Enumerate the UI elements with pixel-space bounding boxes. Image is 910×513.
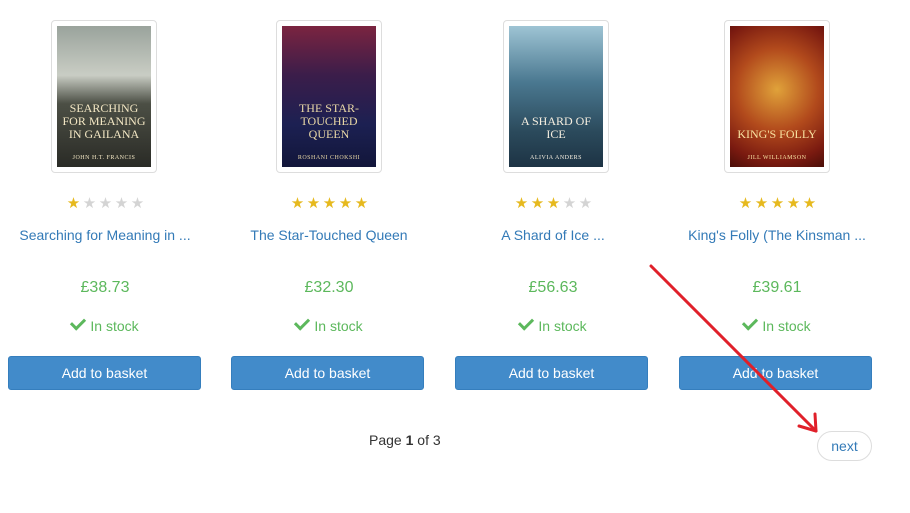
cover-author-text: ROSHANI CHOKSHI [297,155,361,161]
star-rating: ★ ★ ★ ★ ★ [66,196,145,212]
book-cover: A SHARD OF ICE ALIVIA ANDERS [509,26,603,167]
product-grid: SEARCHING FOR MEANING IN GAILANA JOHN H.… [0,0,910,400]
star-icon: ★ [754,195,769,212]
availability-text: In stock [314,318,363,334]
book-cover: SEARCHING FOR MEANING IN GAILANA JOHN H.… [57,26,151,167]
product-price: £39.61 [752,279,802,296]
product-image-link[interactable]: A SHARD OF ICE ALIVIA ANDERS [503,20,609,173]
cover-title-text: KING'S FOLLY [737,127,817,141]
star-icon: ★ [546,195,561,212]
star-icon: ★ [338,195,353,212]
availability-text: In stock [538,318,587,334]
product-price: £56.63 [528,279,578,296]
star-icon: ★ [770,195,785,212]
availability: In stock [0,314,210,334]
book-cover: KING'S FOLLY JILL WILLIAMSON [730,26,824,167]
star-icon: ★ [98,195,113,212]
book-cover: THE STAR-TOUCHED QUEEN ROSHANI CHOKSHI [282,26,376,167]
product-image-link[interactable]: THE STAR-TOUCHED QUEEN ROSHANI CHOKSHI [276,20,382,173]
product-card: KING'S FOLLY JILL WILLIAMSON ★ ★ ★ ★ ★ King'… [672,0,882,400]
star-icon: ★ [322,195,337,212]
add-to-basket-button[interactable]: Add to basket [679,356,872,390]
product-card: A SHARD OF ICE ALIVIA ANDERS ★ ★ ★ ★ ★ A Sha… [448,0,658,400]
add-to-basket-button[interactable]: Add to basket [231,356,424,390]
star-icon: ★ [530,195,545,212]
product-title-link[interactable]: Searching for Meaning in ... [0,227,210,243]
star-rating: ★ ★ ★ ★ ★ [738,196,817,212]
star-icon: ★ [354,195,369,212]
star-icon: ★ [82,195,97,212]
star-icon: ★ [114,195,129,212]
add-to-basket-button[interactable]: Add to basket [8,356,201,390]
star-icon: ★ [130,195,145,212]
check-icon [294,314,311,331]
next-page-button[interactable]: next [817,431,872,461]
add-to-basket-button[interactable]: Add to basket [455,356,648,390]
star-icon: ★ [306,195,321,212]
cover-title-text: THE STAR-TOUCHED QUEEN [298,101,360,141]
cover-title-text: A SHARD OF ICE [520,114,592,141]
check-icon [518,314,535,331]
star-icon: ★ [514,195,529,212]
star-icon: ★ [738,195,753,212]
product-image-link[interactable]: KING'S FOLLY JILL WILLIAMSON [724,20,830,173]
page-of-label: of [417,432,429,448]
availability: In stock [448,314,658,334]
product-card: SEARCHING FOR MEANING IN GAILANA JOHN H.… [0,0,210,400]
star-icon: ★ [802,195,817,212]
product-price: £38.73 [80,279,130,296]
product-title-link[interactable]: The Star-Touched Queen [224,227,434,243]
star-icon: ★ [562,195,577,212]
check-icon [742,314,759,331]
star-icon: ★ [66,195,81,212]
cover-author-text: JOHN H.T. FRANCIS [72,155,136,161]
cover-author-text: ALIVIA ANDERS [529,155,582,161]
total-pages: 3 [432,432,441,448]
availability: In stock [672,314,882,334]
star-rating: ★ ★ ★ ★ ★ [290,196,369,212]
cover-author-text: JILL WILLIAMSON [747,155,807,161]
star-icon: ★ [786,195,801,212]
check-icon [70,314,87,331]
product-card: THE STAR-TOUCHED QUEEN ROSHANI CHOKSHI ★… [224,0,434,400]
product-title-link[interactable]: A Shard of Ice ... [448,227,658,243]
cover-title-text: SEARCHING FOR MEANING IN GAILANA [62,101,146,141]
star-icon: ★ [578,195,593,212]
product-image-link[interactable]: SEARCHING FOR MEANING IN GAILANA JOHN H.… [51,20,157,173]
product-price: £32.30 [304,279,354,296]
star-icon: ★ [290,195,305,212]
page-prefix: Page [369,432,402,448]
product-title-link[interactable]: King's Folly (The Kinsman ... [672,227,882,243]
availability-text: In stock [762,318,811,334]
availability-text: In stock [90,318,139,334]
availability: In stock [224,314,434,334]
star-rating: ★ ★ ★ ★ ★ [514,196,593,212]
page-indicator: Page 1 of 3 [369,432,441,448]
current-page: 1 [405,432,414,448]
